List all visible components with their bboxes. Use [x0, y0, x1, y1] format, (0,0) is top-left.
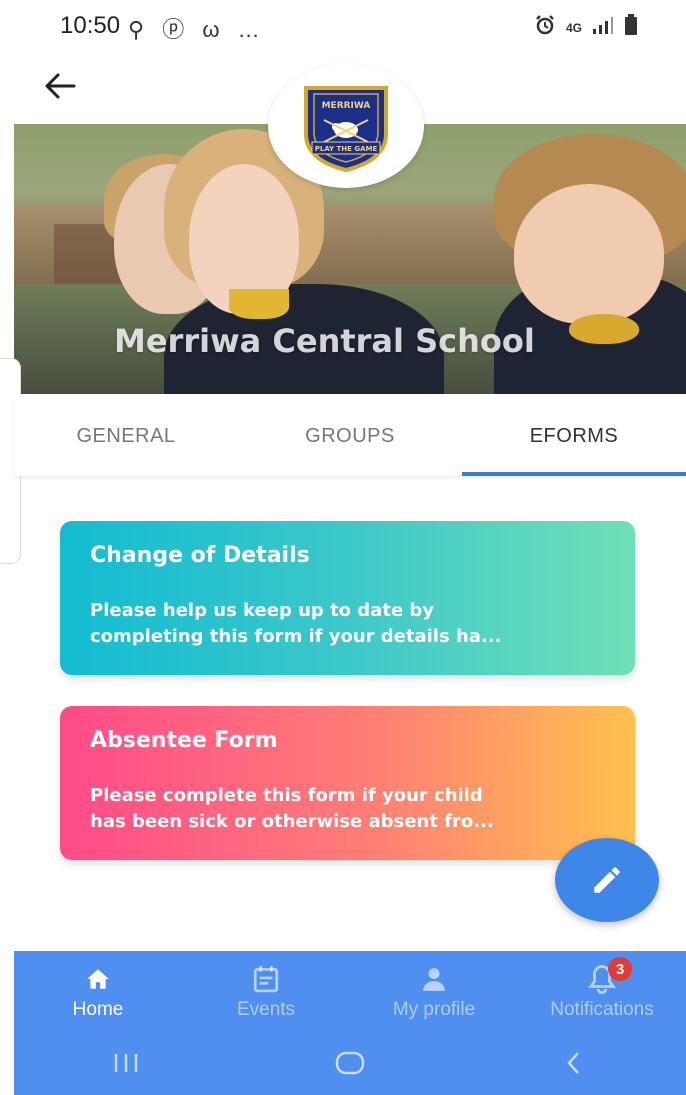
alarm-icon: [534, 14, 556, 41]
compose-fab-button[interactable]: [555, 838, 659, 922]
arrow-left-icon: [45, 73, 76, 99]
nav-home[interactable]: Home: [14, 951, 182, 1031]
recent-apps-icon: [114, 1054, 138, 1072]
person-icon: [421, 963, 447, 995]
signal-icon: [592, 15, 614, 40]
notification-count-badge: 3: [608, 957, 632, 981]
chevron-left-icon: [567, 1052, 579, 1074]
nav-events[interactable]: Events: [182, 951, 350, 1031]
status-time: 10:50: [60, 12, 121, 39]
back-button[interactable]: [40, 66, 80, 106]
tab-eforms[interactable]: EFORMS: [462, 396, 686, 476]
calendar-icon: [253, 963, 279, 995]
nav-notifications[interactable]: 3 Notifications: [518, 951, 686, 1031]
school-name-title: Merriwa Central School: [114, 322, 535, 360]
system-navigation-bar: [14, 1031, 686, 1095]
eform-card-change-of-details[interactable]: Change of Details Please help us keep up…: [60, 521, 635, 675]
notification-icons: ⚲ ⓟ ω …: [128, 17, 266, 42]
recent-apps-button[interactable]: [96, 1043, 156, 1083]
home-circle-icon: [335, 1051, 365, 1075]
pencil-icon: [594, 867, 620, 893]
network-type-label: 4G: [565, 20, 582, 35]
eform-description: Please complete this form if your child …: [90, 785, 494, 832]
eform-title: Change of Details: [90, 543, 310, 568]
tab-general[interactable]: GENERAL: [14, 396, 238, 476]
tab-bar: GENERAL GROUPS EFORMS: [14, 396, 686, 476]
bottom-navigation: Home Events My profile 3 Notifications: [14, 951, 686, 1031]
crest-motto-text: PLAY THE GAME: [315, 145, 378, 153]
school-crest-icon: MERRIWA PLAY THE GAME: [304, 86, 388, 172]
status-bar: 10:50 ⚲ ⓟ ω … 4G: [0, 0, 686, 50]
home-system-button[interactable]: [320, 1043, 380, 1083]
school-logo: MERRIWA PLAY THE GAME: [268, 64, 424, 188]
nav-my-profile[interactable]: My profile: [350, 951, 518, 1031]
eform-card-absentee-form[interactable]: Absentee Form Please complete this form …: [60, 706, 635, 860]
system-status-icons: 4G: [534, 14, 638, 41]
eform-title: Absentee Form: [90, 728, 278, 753]
battery-icon: [624, 14, 638, 41]
back-system-button[interactable]: [544, 1043, 604, 1083]
tab-groups[interactable]: GROUPS: [238, 396, 462, 476]
eform-description: Please help us keep up to date by comple…: [90, 600, 502, 647]
crest-top-text: MERRIWA: [322, 101, 371, 111]
home-icon: [85, 963, 111, 995]
